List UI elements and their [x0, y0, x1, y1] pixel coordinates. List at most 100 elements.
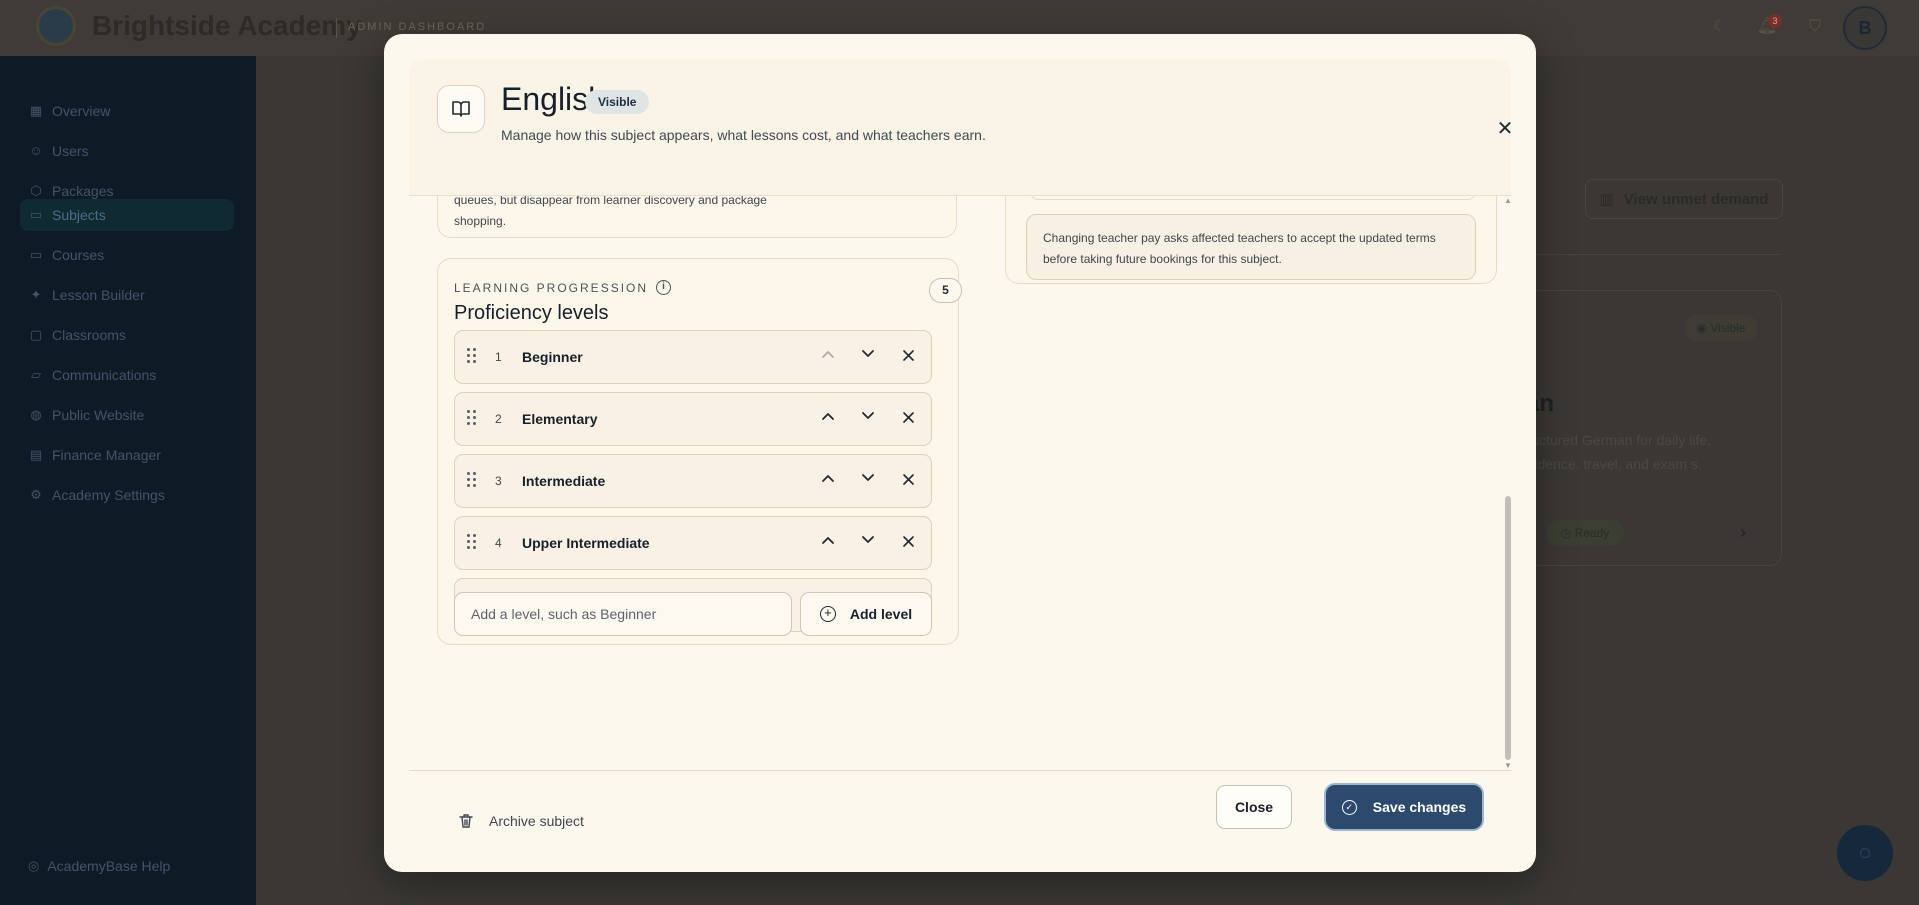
sidebar-item-communications[interactable]: ▱ Communications: [20, 359, 234, 391]
brand-logo: [36, 6, 76, 46]
scroll-thumb[interactable]: [1505, 496, 1511, 760]
remove-level-icon[interactable]: [897, 346, 919, 368]
move-down-icon[interactable]: [857, 532, 879, 554]
check-circle-icon: ✓: [1341, 799, 1357, 815]
level-number: 2: [495, 412, 502, 426]
level-row[interactable]: 1 Beginner: [454, 330, 932, 384]
remove-level-icon[interactable]: [897, 470, 919, 492]
view-unmet-demand-button[interactable]: ▥ View unmet demand: [1585, 179, 1783, 219]
level-name: Upper Intermediate: [522, 535, 650, 551]
sidebar-item-label: Finance Manager: [52, 447, 161, 463]
scrollbar[interactable]: ▲ ▼: [1503, 196, 1513, 770]
brand-divider: [336, 18, 337, 38]
book-open-icon: ▭: [29, 247, 43, 262]
sidebar-item-label: Communications: [52, 367, 157, 383]
sidebar-item-label: Subjects: [52, 207, 106, 223]
sidebar: ▦ Overview ☺ Users ⬡ Packages ▭ Subjects ▭ Co…: [0, 56, 256, 905]
remove-level-icon[interactable]: [897, 532, 919, 554]
message-icon: ▱: [31, 367, 41, 382]
globe-icon: ◍: [30, 407, 42, 422]
sidebar-item-users[interactable]: ☺ Users: [20, 135, 234, 167]
add-level-label: Add level: [849, 606, 913, 622]
package-icon: ⬡: [30, 183, 42, 198]
chevron-right-icon[interactable]: ›: [1740, 522, 1746, 543]
remove-level-icon[interactable]: [897, 408, 919, 430]
move-up-icon[interactable]: [817, 346, 839, 368]
close-button[interactable]: Close: [1216, 785, 1292, 829]
drag-handle-icon[interactable]: [467, 348, 479, 366]
book-open-icon: [437, 85, 485, 133]
sidebar-item-label: Academy Settings: [52, 487, 165, 503]
wand-icon: ✦: [30, 287, 42, 302]
sidebar-item-lesson-builder[interactable]: ✦ Lesson Builder: [20, 279, 234, 311]
help-link[interactable]: ◎ AcademyBase Help: [28, 858, 170, 874]
save-changes-label: Save changes: [1372, 799, 1467, 815]
move-down-icon[interactable]: [857, 470, 879, 492]
chat-icon[interactable]: ◌: [1837, 825, 1893, 881]
sidebar-item-label: Classrooms: [52, 327, 126, 343]
pricing-field: [1029, 196, 1477, 200]
move-up-icon[interactable]: [817, 470, 839, 492]
sidebar-item-courses[interactable]: ▭ Courses: [20, 239, 234, 271]
shield-icon[interactable]: ⛉: [1804, 16, 1826, 38]
move-down-icon[interactable]: [857, 346, 879, 368]
levels-eyebrow-label: LEARNING PROGRESSION: [454, 280, 649, 295]
save-changes-button[interactable]: ✓ Save changes: [1326, 785, 1482, 829]
level-number: 4: [495, 536, 502, 550]
info-icon[interactable]: i: [656, 280, 672, 295]
grid-icon: ▦: [29, 103, 43, 118]
eye-icon: ◉: [1696, 321, 1711, 335]
levels-title: Proficiency levels: [454, 302, 609, 324]
help-icon: ◎: [28, 858, 40, 873]
sidebar-item-finance-manager[interactable]: ▤ Finance Manager: [20, 439, 234, 471]
level-name: Intermediate: [522, 473, 606, 489]
drag-handle-icon[interactable]: [467, 472, 479, 490]
sidebar-item-classrooms[interactable]: ▢ Classrooms: [20, 319, 234, 351]
sidebar-item-academy-settings[interactable]: ⚙ Academy Settings: [20, 479, 234, 511]
view-unmet-demand-label: View unmet demand: [1623, 190, 1769, 208]
moon-icon[interactable]: ☾: [1709, 16, 1731, 38]
chart-icon: ▥: [1599, 191, 1614, 208]
level-row[interactable]: 3 Intermediate: [454, 454, 932, 508]
avatar[interactable]: B: [1843, 6, 1887, 50]
sidebar-item-label: Courses: [52, 247, 105, 263]
archive-subject-label: Archive subject: [489, 813, 584, 829]
sidebar-item-subjects[interactable]: ▭ Subjects: [20, 199, 234, 231]
status-badge: ◉ Visible: [1684, 315, 1758, 341]
add-level-button[interactable]: + Add level: [800, 592, 932, 636]
sidebar-item-overview[interactable]: ▦ Overview: [20, 95, 234, 127]
monitor-icon: ▢: [29, 327, 43, 342]
archive-subject-button[interactable]: Archive subject: [459, 813, 584, 829]
close-icon[interactable]: ✕: [1491, 115, 1519, 143]
drag-handle-icon[interactable]: [467, 534, 479, 552]
wallet-icon: ▤: [29, 447, 43, 462]
visibility-badge: Visible: [585, 90, 650, 114]
level-number: 3: [495, 474, 502, 488]
scroll-up-icon[interactable]: ▲: [1503, 196, 1513, 205]
add-level-input[interactable]: [454, 592, 792, 636]
scroll-down-icon[interactable]: ▼: [1503, 761, 1513, 770]
modal-subtitle: Manage how this subject appears, what le…: [501, 127, 986, 143]
move-up-icon[interactable]: [817, 532, 839, 554]
move-up-icon[interactable]: [817, 408, 839, 430]
drag-handle-icon[interactable]: [467, 410, 479, 428]
sidebar-item-public-website[interactable]: ◍ Public Website: [20, 399, 234, 431]
sidebar-item-label: Overview: [52, 103, 111, 119]
modal-header: English Visible Manage how this subject …: [409, 59, 1513, 196]
visibility-description: queues, but disappear from learner disco…: [454, 196, 767, 228]
level-name: Elementary: [522, 411, 598, 427]
users-icon: ☺: [29, 143, 43, 158]
levels-eyebrow: LEARNING PROGRESSION i: [454, 280, 672, 295]
levels-count-badge: 5: [929, 278, 962, 303]
level-name: Beginner: [522, 349, 583, 365]
level-row[interactable]: 2 Elementary: [454, 392, 932, 446]
notification-badge: 3: [1768, 14, 1782, 28]
modal-body: queues, but disappear from learner disco…: [409, 196, 1503, 770]
status-badge-label: Visible: [1710, 321, 1746, 335]
sidebar-item-label: Lesson Builder: [52, 287, 145, 303]
level-row[interactable]: 4 Upper Intermediate: [454, 516, 932, 570]
gear-icon: ⚙: [30, 487, 42, 502]
teacher-pay-notice: Changing teacher pay asks affected teach…: [1026, 214, 1476, 280]
sidebar-item-label: Users: [52, 143, 89, 159]
move-down-icon[interactable]: [857, 408, 879, 430]
